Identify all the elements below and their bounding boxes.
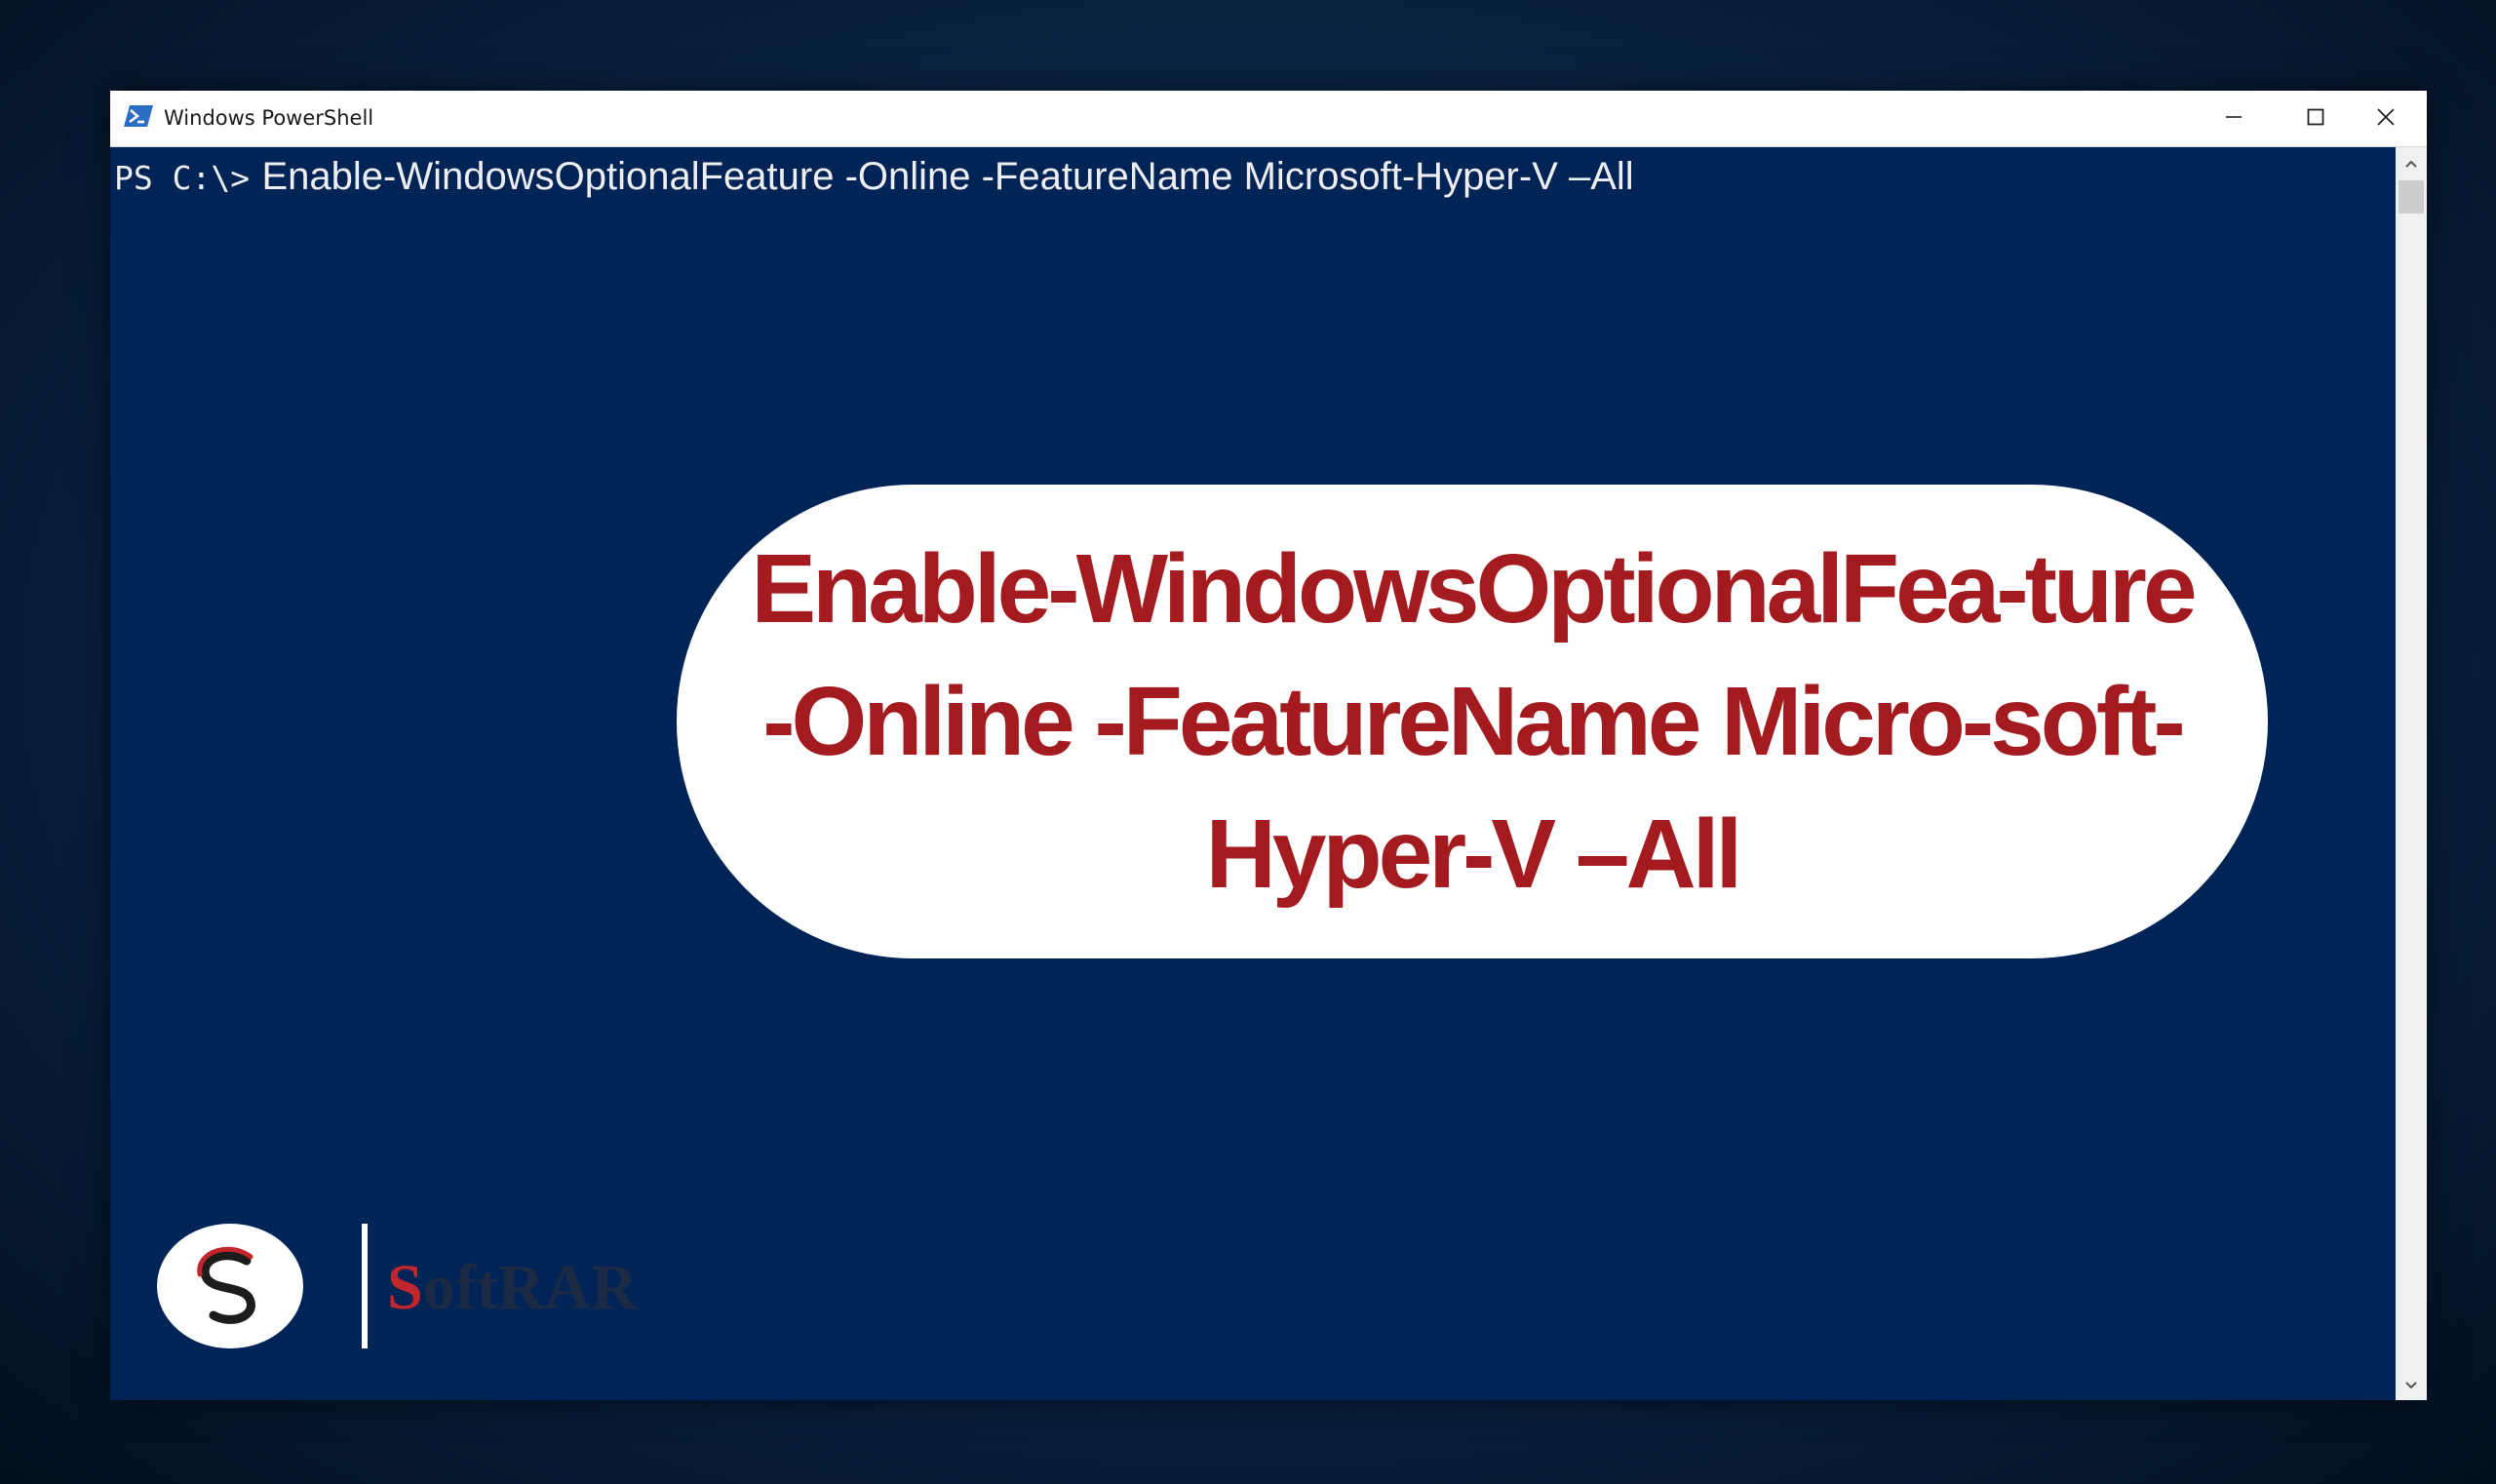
- console-command: Enable-WindowsOptionalFeature -Online -F…: [261, 155, 1634, 198]
- command-callout: Enable-WindowsOptionalFea-ture -Online -…: [677, 485, 2268, 958]
- logo-emblem: [157, 1224, 303, 1348]
- logo-initial: S: [387, 1252, 423, 1323]
- maximize-icon: [2306, 107, 2325, 131]
- title-bar[interactable]: Windows PowerShell: [110, 91, 2427, 147]
- close-button[interactable]: [2345, 91, 2427, 146]
- softrar-logo: SoftRAR: [157, 1224, 638, 1360]
- vertical-scrollbar[interactable]: [2396, 147, 2427, 1400]
- powershell-icon: [124, 103, 153, 129]
- callout-text: Enable-WindowsOptionalFea-ture -Online -…: [751, 534, 2197, 909]
- close-icon: [2375, 106, 2397, 132]
- logo-name: oftRAR: [422, 1252, 638, 1323]
- scroll-down-button[interactable]: [2396, 1369, 2427, 1400]
- minimize-button[interactable]: [2193, 91, 2275, 146]
- command-line: PS C:\> Enable-WindowsOptionalFeature -O…: [114, 153, 1634, 202]
- powershell-window: Windows PowerShell PS C:\> Enable-Window…: [110, 91, 2427, 1400]
- logo-divider: [362, 1224, 368, 1348]
- minimize-icon: [2224, 107, 2243, 131]
- logo-wordmark: SoftRAR: [387, 1251, 638, 1325]
- scroll-thumb[interactable]: [2398, 180, 2424, 214]
- chevron-down-icon: [2404, 1376, 2418, 1394]
- window-title: Windows PowerShell: [164, 106, 374, 130]
- chevron-up-icon: [2404, 154, 2418, 173]
- scroll-up-button[interactable]: [2396, 147, 2427, 178]
- console-prompt: PS C:\>: [114, 159, 251, 197]
